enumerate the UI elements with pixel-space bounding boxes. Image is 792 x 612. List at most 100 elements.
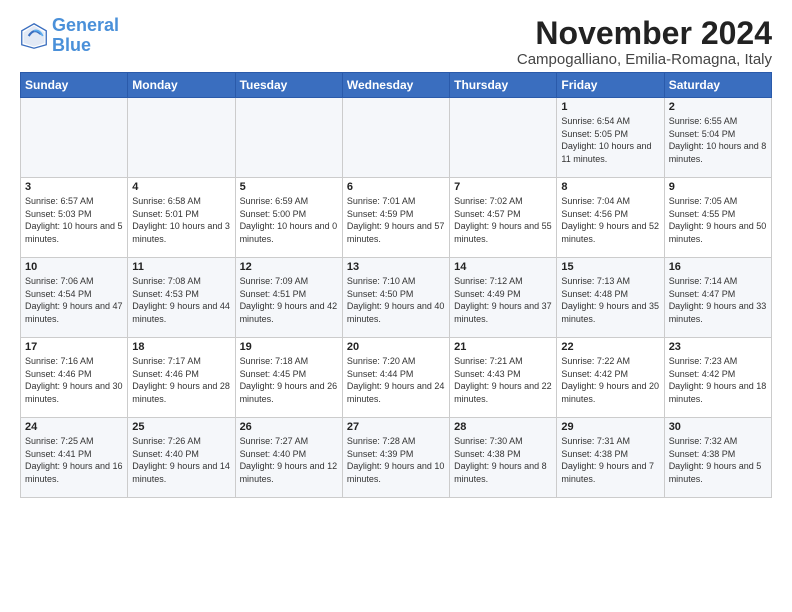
day-cell: 29Sunrise: 7:31 AM Sunset: 4:38 PM Dayli… xyxy=(557,418,664,498)
day-cell: 28 Sunrise: 7:30 AM Sunset: 4:38 PM Dayli… xyxy=(450,418,557,498)
day-number: 14 xyxy=(454,261,552,273)
day-number: 28 xyxy=(454,421,552,433)
day-info: Sunrise: 7:16 AM Sunset: 4:46 PM Dayligh… xyxy=(25,355,123,405)
day-number: 1 xyxy=(561,101,659,113)
day-cell xyxy=(21,98,128,178)
day-info: Sunrise: 7:01 AM Sunset: 4:59 PM Dayligh… xyxy=(347,195,445,245)
day-info: Sunrise: 7:20 AM Sunset: 4:44 PM Dayligh… xyxy=(347,355,445,405)
day-number: 20 xyxy=(347,341,445,353)
title-area: November 2024 Campogalliano, Emilia-Roma… xyxy=(517,16,772,68)
day-cell: 10 Sunrise: 7:06 AM Sunset: 4:54 PM Dayli… xyxy=(21,258,128,338)
day-cell: 17 Sunrise: 7:16 AM Sunset: 4:46 PM Dayli… xyxy=(21,338,128,418)
day-cell: 18Sunrise: 7:17 AM Sunset: 4:46 PM Dayli… xyxy=(128,338,235,418)
day-cell: 12 Sunrise: 7:09 AM Sunset: 4:51 PM Dayli… xyxy=(235,258,342,338)
day-cell xyxy=(450,98,557,178)
day-info: Sunrise: 7:13 AM Sunset: 4:48 PM Dayligh… xyxy=(561,275,659,325)
day-info: Sunrise: 7:32 AM Sunset: 4:38 PM Dayligh… xyxy=(669,435,767,485)
day-number: 11 xyxy=(132,261,230,273)
day-cell: 22 Sunrise: 7:22 AM Sunset: 4:42 PM Dayli… xyxy=(557,338,664,418)
day-info: Sunrise: 7:14 AM Sunset: 4:47 PM Dayligh… xyxy=(669,275,767,325)
day-number: 6 xyxy=(347,181,445,193)
day-info: Sunrise: 6:59 AM Sunset: 5:00 PM Dayligh… xyxy=(240,195,338,245)
day-number: 21 xyxy=(454,341,552,353)
day-info: Sunrise: 7:31 AM Sunset: 4:38 PM Dayligh… xyxy=(561,435,659,485)
day-info: Sunrise: 7:27 AM Sunset: 4:40 PM Dayligh… xyxy=(240,435,338,485)
day-number: 15 xyxy=(561,261,659,273)
day-info: Sunrise: 7:28 AM Sunset: 4:39 PM Dayligh… xyxy=(347,435,445,485)
day-info: Sunrise: 7:23 AM Sunset: 4:42 PM Dayligh… xyxy=(669,355,767,405)
day-info: Sunrise: 7:04 AM Sunset: 4:56 PM Dayligh… xyxy=(561,195,659,245)
logo-text1: General xyxy=(52,15,119,35)
header-cell-wednesday: Wednesday xyxy=(342,73,449,98)
header-cell-tuesday: Tuesday xyxy=(235,73,342,98)
day-number: 26 xyxy=(240,421,338,433)
week-row-3: 17 Sunrise: 7:16 AM Sunset: 4:46 PM Dayli… xyxy=(21,338,772,418)
day-cell: 23Sunrise: 7:23 AM Sunset: 4:42 PM Dayli… xyxy=(664,338,771,418)
day-info: Sunrise: 7:08 AM Sunset: 4:53 PM Dayligh… xyxy=(132,275,230,325)
day-cell: 15 Sunrise: 7:13 AM Sunset: 4:48 PM Dayli… xyxy=(557,258,664,338)
week-row-4: 24Sunrise: 7:25 AM Sunset: 4:41 PM Dayli… xyxy=(21,418,772,498)
day-cell: 6 Sunrise: 7:01 AM Sunset: 4:59 PM Daylig… xyxy=(342,178,449,258)
day-number: 10 xyxy=(25,261,123,273)
day-cell: 14 Sunrise: 7:12 AM Sunset: 4:49 PM Dayli… xyxy=(450,258,557,338)
day-info: Sunrise: 7:09 AM Sunset: 4:51 PM Dayligh… xyxy=(240,275,338,325)
day-info: Sunrise: 7:21 AM Sunset: 4:43 PM Dayligh… xyxy=(454,355,552,405)
header-row: SundayMondayTuesdayWednesdayThursdayFrid… xyxy=(21,73,772,98)
header-cell-saturday: Saturday xyxy=(664,73,771,98)
day-number: 27 xyxy=(347,421,445,433)
day-number: 17 xyxy=(25,341,123,353)
day-info: Sunrise: 7:26 AM Sunset: 4:40 PM Dayligh… xyxy=(132,435,230,485)
day-info: Sunrise: 7:02 AM Sunset: 4:57 PM Dayligh… xyxy=(454,195,552,245)
day-cell xyxy=(342,98,449,178)
day-info: Sunrise: 7:10 AM Sunset: 4:50 PM Dayligh… xyxy=(347,275,445,325)
day-info: Sunrise: 7:22 AM Sunset: 4:42 PM Dayligh… xyxy=(561,355,659,405)
day-number: 12 xyxy=(240,261,338,273)
day-cell: 3 Sunrise: 6:57 AM Sunset: 5:03 PM Daylig… xyxy=(21,178,128,258)
month-title: November 2024 xyxy=(517,16,772,51)
header-cell-friday: Friday xyxy=(557,73,664,98)
day-number: 19 xyxy=(240,341,338,353)
day-info: Sunrise: 6:55 AM Sunset: 5:04 PM Dayligh… xyxy=(669,115,767,165)
day-cell: 4 Sunrise: 6:58 AM Sunset: 5:01 PM Daylig… xyxy=(128,178,235,258)
day-cell xyxy=(235,98,342,178)
day-info: Sunrise: 7:30 AM Sunset: 4:38 PM Dayligh… xyxy=(454,435,552,485)
day-cell: 16Sunrise: 7:14 AM Sunset: 4:47 PM Dayli… xyxy=(664,258,771,338)
day-info: Sunrise: 6:57 AM Sunset: 5:03 PM Dayligh… xyxy=(25,195,123,245)
logo-area: General Blue xyxy=(20,16,119,56)
subtitle: Campogalliano, Emilia-Romagna, Italy xyxy=(517,51,772,68)
page: General Blue November 2024 Campogalliano… xyxy=(0,0,792,508)
day-info: Sunrise: 6:54 AM Sunset: 5:05 PM Dayligh… xyxy=(561,115,659,165)
day-cell: 2 Sunrise: 6:55 AM Sunset: 5:04 PM Daylig… xyxy=(664,98,771,178)
day-cell: 1 Sunrise: 6:54 AM Sunset: 5:05 PM Daylig… xyxy=(557,98,664,178)
week-row-2: 10 Sunrise: 7:06 AM Sunset: 4:54 PM Dayli… xyxy=(21,258,772,338)
day-number: 22 xyxy=(561,341,659,353)
week-row-1: 3 Sunrise: 6:57 AM Sunset: 5:03 PM Daylig… xyxy=(21,178,772,258)
day-cell: 13 Sunrise: 7:10 AM Sunset: 4:50 PM Dayli… xyxy=(342,258,449,338)
day-number: 3 xyxy=(25,181,123,193)
day-number: 7 xyxy=(454,181,552,193)
day-info: Sunrise: 7:06 AM Sunset: 4:54 PM Dayligh… xyxy=(25,275,123,325)
calendar-table: SundayMondayTuesdayWednesdayThursdayFrid… xyxy=(20,72,772,498)
day-number: 4 xyxy=(132,181,230,193)
day-number: 13 xyxy=(347,261,445,273)
header-cell-thursday: Thursday xyxy=(450,73,557,98)
day-number: 25 xyxy=(132,421,230,433)
day-number: 2 xyxy=(669,101,767,113)
header: General Blue November 2024 Campogalliano… xyxy=(20,16,772,68)
day-cell: 9Sunrise: 7:05 AM Sunset: 4:55 PM Daylig… xyxy=(664,178,771,258)
day-cell: 27 Sunrise: 7:28 AM Sunset: 4:39 PM Dayli… xyxy=(342,418,449,498)
day-info: Sunrise: 7:18 AM Sunset: 4:45 PM Dayligh… xyxy=(240,355,338,405)
day-cell: 20 Sunrise: 7:20 AM Sunset: 4:44 PM Dayli… xyxy=(342,338,449,418)
day-info: Sunrise: 7:12 AM Sunset: 4:49 PM Dayligh… xyxy=(454,275,552,325)
day-cell: 8 Sunrise: 7:04 AM Sunset: 4:56 PM Daylig… xyxy=(557,178,664,258)
day-cell xyxy=(128,98,235,178)
day-number: 8 xyxy=(561,181,659,193)
day-cell: 7 Sunrise: 7:02 AM Sunset: 4:57 PM Daylig… xyxy=(450,178,557,258)
day-cell: 5 Sunrise: 6:59 AM Sunset: 5:00 PM Daylig… xyxy=(235,178,342,258)
day-cell: 11 Sunrise: 7:08 AM Sunset: 4:53 PM Dayli… xyxy=(128,258,235,338)
logo-text2: Blue xyxy=(52,35,91,55)
logo-text: General Blue xyxy=(52,16,119,56)
day-cell: 26 Sunrise: 7:27 AM Sunset: 4:40 PM Dayli… xyxy=(235,418,342,498)
day-number: 5 xyxy=(240,181,338,193)
day-info: Sunrise: 6:58 AM Sunset: 5:01 PM Dayligh… xyxy=(132,195,230,245)
